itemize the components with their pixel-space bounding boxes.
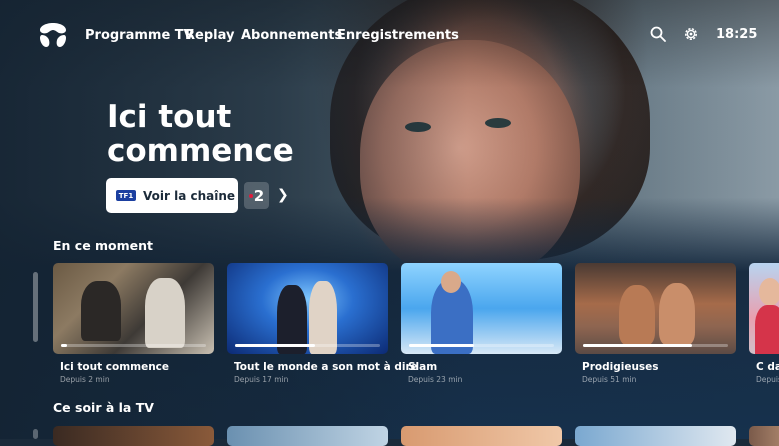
section-title-now: En ce moment — [53, 238, 154, 253]
card-prodigieuses[interactable] — [575, 263, 736, 354]
card-title: Slam — [408, 361, 438, 373]
tonight-card[interactable] — [749, 426, 779, 446]
top-navigation: Programme TV Replay Abonnements Enregist… — [0, 0, 779, 70]
tonight-card[interactable] — [575, 426, 736, 446]
progress-bar — [583, 344, 728, 347]
nav-programme-tv[interactable]: Programme TV — [85, 28, 194, 43]
watch-channel-label: Voir la chaîne — [143, 188, 236, 203]
progress-bar — [235, 344, 380, 347]
progress-bar — [61, 344, 206, 347]
watch-channel-button[interactable]: TF1 Voir la chaîne — [106, 178, 238, 213]
card-ici-tout-commence[interactable] — [53, 263, 214, 354]
channel-dot-icon — [248, 193, 253, 198]
nav-replay[interactable]: Replay — [185, 28, 234, 43]
card-subtitle: Depuis 51 min — [582, 375, 637, 384]
brand-logo-icon[interactable] — [38, 21, 68, 49]
search-icon[interactable] — [650, 26, 666, 42]
card-c-dans[interactable] — [749, 263, 779, 354]
progress-bar — [409, 344, 554, 347]
tonight-card[interactable] — [401, 426, 562, 446]
hero-title: Ici tout commence — [107, 99, 294, 169]
card-subtitle: Depuis 2 min — [60, 375, 110, 384]
tonight-card[interactable] — [227, 426, 388, 446]
section-title-tonight: Ce soir à la TV — [53, 400, 154, 415]
tonight-card[interactable] — [53, 426, 214, 446]
nav-abonnements[interactable]: Abonnements — [241, 28, 342, 43]
card-title: Tout le monde a son mot à dire — [234, 361, 418, 373]
card-subtitle: Depuis 17 min — [234, 375, 289, 384]
card-subtitle: Depuis — [756, 375, 779, 384]
card-title: Ici tout commence — [60, 361, 170, 373]
card-slam[interactable] — [401, 263, 562, 354]
card-tout-le-monde[interactable] — [227, 263, 388, 354]
chevron-right-icon[interactable]: ❯ — [277, 187, 289, 203]
gear-icon[interactable] — [683, 26, 699, 42]
card-subtitle: Depuis 23 min — [408, 375, 463, 384]
next-channel-button[interactable]: 2 — [244, 182, 269, 209]
tf1-logo-icon: TF1 — [116, 190, 136, 201]
vertical-scrollbar[interactable] — [33, 429, 38, 439]
clock: 18:25 — [716, 27, 758, 42]
vertical-scrollbar[interactable] — [33, 272, 38, 342]
card-title: Prodigieuses — [582, 361, 659, 373]
nav-enregistrements[interactable]: Enregistrements — [337, 28, 459, 43]
card-title: C dan — [756, 361, 779, 373]
next-channel-number: 2 — [253, 186, 265, 205]
